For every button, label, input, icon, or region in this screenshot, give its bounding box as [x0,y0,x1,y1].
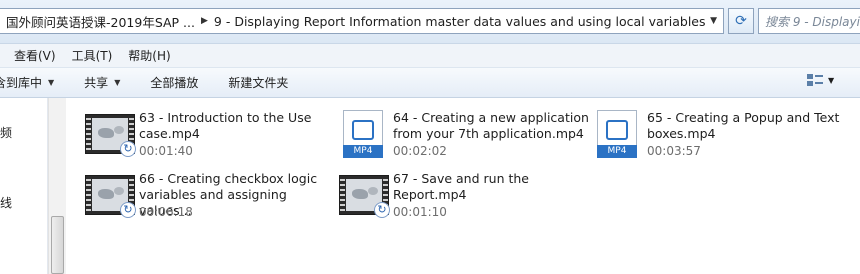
video-film-icon: ↻ [85,114,136,157]
windows-media-badge-icon: ↻ [120,141,136,157]
include-in-library-button[interactable]: 含到库中 ▼ [0,74,54,91]
address-box[interactable]: 国外顾问英语授课-2019年SAP ... ▶ 9 - Displaying R… [0,8,724,34]
file-item[interactable]: MP4 64 - Creating a new application from… [339,110,589,164]
video-film-icon: ↻ [339,175,390,218]
file-name: 64 - Creating a new application from you… [393,110,589,141]
windows-media-badge-icon: ↻ [120,202,136,218]
camera-icon [352,120,374,140]
breadcrumb-parent[interactable]: 国外顾问英语授课-2019年SAP ... [0,12,195,31]
new-folder-button[interactable]: 新建文件夹 [228,74,288,91]
address-dropdown-icon[interactable]: ▼ [710,16,717,26]
include-in-library-label: 含到库中 [0,76,43,90]
file-name: 63 - Introduction to the Use case.mp4 [139,110,312,141]
file-item[interactable]: ↻ 63 - Introduction to the Use case.mp4 … [85,110,335,164]
file-duration: 00:01:10 [393,205,447,219]
nav-item-fragment[interactable]: 线 [0,194,12,211]
file-duration: 00:01:40 [139,144,193,158]
scroll-thumb[interactable] [51,216,64,274]
menu-view[interactable]: 查看(V) [0,47,64,64]
change-view-button[interactable]: ▼ [806,72,834,88]
chevron-down-icon: ▼ [114,78,121,87]
file-duration: 00:03:57 [647,144,701,158]
nav-item-fragment[interactable]: 频 [0,124,12,141]
file-name: 65 - Creating a Popup and Text boxes.mp4 [647,110,840,141]
view-options-icon [807,74,823,86]
nav-scrollbar[interactable] [48,98,66,274]
refresh-button[interactable]: ⟳ [728,8,754,34]
play-all-button[interactable]: 全部播放 [150,74,198,91]
file-list: ↻ 63 - Introduction to the Use case.mp4 … [67,98,860,274]
share-button[interactable]: 共享 ▼ [84,74,120,91]
share-label: 共享 [84,76,109,90]
chevron-down-icon: ▼ [828,75,835,85]
new-folder-label: 新建文件夹 [228,76,289,90]
navigation-pane: 频 线 [0,98,48,274]
file-duration: 00:02:02 [393,144,447,158]
file-duration: 00:06:18 [139,205,193,219]
search-input[interactable]: 搜索 9 - Displayin [758,8,860,34]
file-name: 67 - Save and run the Report.mp4 [393,171,529,202]
menu-bar: 查看(V) 工具(T) 帮助(H) [0,44,860,68]
refresh-icon: ⟳ [735,13,747,29]
file-item[interactable]: ↻ 67 - Save and run the Report.mp4 00:01… [339,171,589,225]
mp4-file-icon: MP4 [343,110,383,158]
file-item[interactable]: MP4 65 - Creating a Popup and Text boxes… [593,110,843,164]
mp4-file-icon: MP4 [597,110,637,158]
menu-help[interactable]: 帮助(H) [120,47,178,64]
menu-tools[interactable]: 工具(T) [64,47,121,64]
address-bar-region: 国外顾问英语授课-2019年SAP ... ▶ 9 - Displaying R… [0,0,860,44]
command-bar: 含到库中 ▼ 共享 ▼ 全部播放 新建文件夹 ▼ [0,68,860,98]
chevron-down-icon: ▼ [48,78,55,87]
windows-media-badge-icon: ↻ [374,202,390,218]
breadcrumb-current[interactable]: 9 - Displaying Report Information master… [214,14,706,29]
video-film-icon: ↻ [85,175,136,218]
play-all-label: 全部播放 [150,76,199,90]
camera-icon [606,120,628,140]
breadcrumb-separator-icon[interactable]: ▶ [195,16,214,26]
file-item[interactable]: ↻ 66 - Creating checkbox logic variables… [85,171,335,225]
